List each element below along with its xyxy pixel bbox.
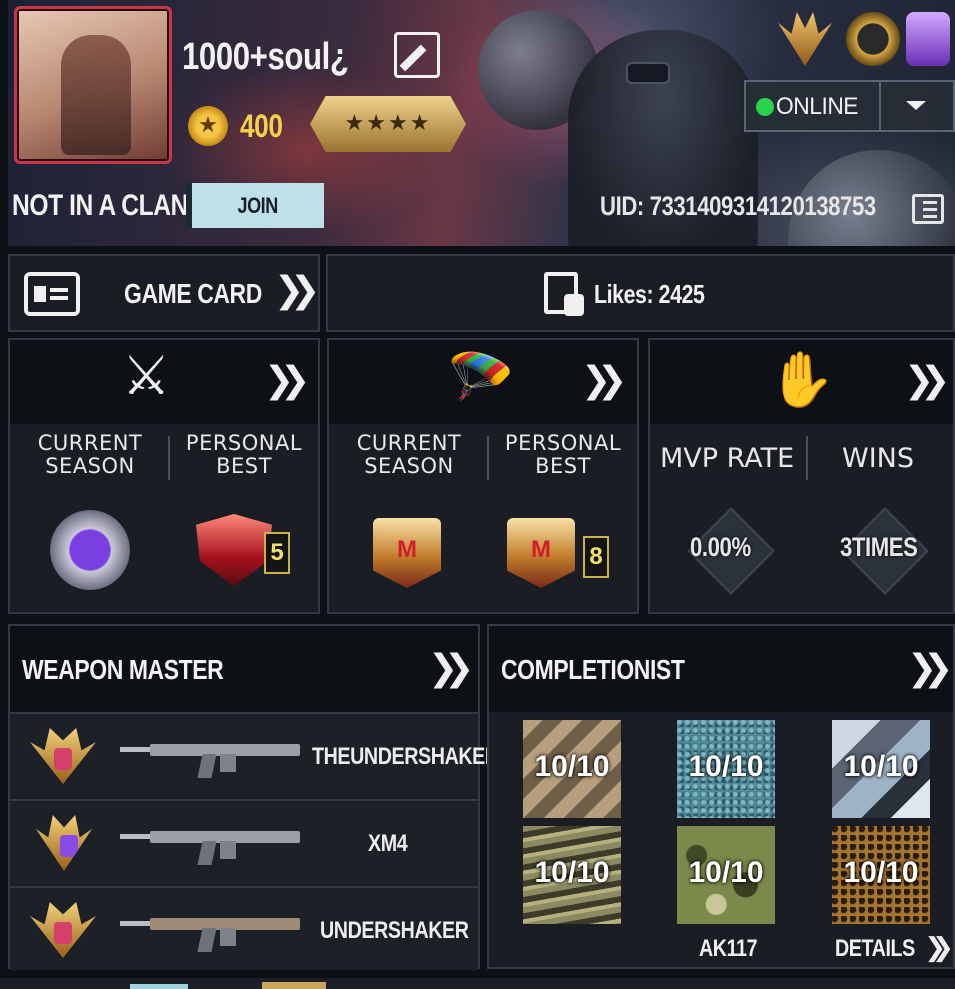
parachute-icon: 🪂 (447, 346, 515, 409)
id-card-icon (24, 272, 80, 316)
weapon-name: UNDERSHAKER (320, 917, 469, 944)
tier-number: 8 (583, 536, 609, 578)
weapon-name: XM4 (368, 830, 408, 857)
tier-number: 5 (264, 532, 290, 574)
completionist-panel[interactable]: COMPLETIONIST ❯❯ 10/10 10/10 10/10 10/10… (487, 624, 955, 969)
camo-progress: 10/10 (843, 856, 919, 889)
battle-royale-rank-card[interactable]: 🪂 ❯❯ CURRENT SEASON PERSONAL BEST 8 (327, 338, 639, 614)
personal-best-label: PERSONAL BEST (185, 431, 303, 478)
weapon-name: AK117 (699, 935, 758, 962)
chevron-right-icon[interactable]: ❯❯ (581, 360, 627, 401)
gold-emblem-icon[interactable] (846, 12, 900, 66)
camo-progress: 10/10 (534, 750, 610, 783)
next-section-preview (0, 978, 955, 989)
coin-balance: 400 (240, 108, 283, 144)
edit-name-icon[interactable] (394, 32, 440, 78)
camo-progress: 10/10 (534, 856, 610, 889)
camo-progress: 10/10 (688, 750, 764, 783)
chevron-right-icon[interactable]: ❯❯ (907, 648, 953, 689)
personal-best-rank-icon (196, 514, 272, 586)
rank-stars-badge: ★★★★ (310, 96, 466, 152)
game-card-label: GAME CARD (124, 278, 262, 309)
weapon-row[interactable]: UNDERSHAKER (10, 886, 478, 970)
current-season-rank-icon (373, 518, 441, 588)
weapon-row[interactable]: THEUNDERSHAKER (10, 712, 499, 796)
divider (168, 436, 170, 480)
multiplayer-rank-card[interactable]: ⚔ ❯❯ CURRENT SEASON PERSONAL BEST 5 (8, 338, 320, 614)
current-season-label: CURRENT SEASON (356, 431, 462, 478)
divider (879, 82, 881, 130)
likes-count: Likes: 2425 (594, 279, 705, 309)
chevron-right-icon[interactable]: ❯❯ (428, 648, 474, 689)
camo-tile[interactable]: 10/10 (677, 826, 775, 924)
weapon-master-title: WEAPON MASTER (22, 654, 224, 685)
camo-tile[interactable]: 10/10 (523, 720, 621, 818)
wins-value: 3TIMES (840, 532, 918, 562)
online-dot-icon (756, 98, 774, 116)
chevron-right-icon: ❯❯ (274, 270, 320, 311)
avatar[interactable] (14, 6, 172, 164)
rifle-icon (120, 825, 300, 865)
player-name: 1000+soul¿ (182, 36, 349, 78)
mvp-rate-value: 0.00% (690, 532, 751, 562)
weapon-mastery-badge-icon (30, 728, 96, 784)
current-season-rank-icon (50, 510, 130, 590)
weapon-master-panel[interactable]: WEAPON MASTER ❯❯ THEUNDERSHAKER XM4 UNDE… (8, 624, 499, 970)
likes-icon (544, 272, 584, 316)
personal-best-label: PERSONAL BEST (504, 431, 622, 478)
completionist-title: COMPLETIONIST (501, 654, 685, 685)
personal-best-rank-icon (507, 518, 575, 588)
weapon-row[interactable]: XM4 (10, 799, 478, 883)
avatar-figure (61, 35, 131, 155)
mvp-rate-label: MVP RATE (660, 443, 795, 474)
weapon-mastery-badge-icon (36, 815, 92, 871)
online-status-select[interactable]: ONLINE (744, 80, 955, 132)
divider (806, 436, 808, 480)
camo-tile[interactable]: 10/10 (523, 826, 621, 924)
camo-tile[interactable]: 10/10 (832, 826, 930, 924)
camo-tile[interactable]: 10/10 (832, 720, 930, 818)
coin-icon: ★ (188, 106, 228, 146)
zombie-stats-card[interactable]: ✋ ❯❯ (648, 338, 955, 614)
zombie-hand-icon: ✋ (768, 348, 836, 411)
uid-label: UID: 7331409314120138753 (600, 191, 876, 221)
chevron-right-icon[interactable]: ❯❯ (264, 360, 310, 401)
weapon-mastery-badge-icon (30, 902, 96, 958)
soldier-visor (626, 62, 670, 84)
details-link[interactable]: DETAILS ❯❯ (835, 932, 954, 964)
chevron-down-icon[interactable] (906, 101, 926, 110)
current-season-label: CURRENT SEASON (37, 431, 143, 478)
chevron-right-icon: ❯❯ (924, 933, 953, 963)
camo-tile[interactable]: 10/10 (677, 720, 775, 818)
crossed-swords-icon: ⚔ (122, 344, 171, 407)
rifle-icon (120, 738, 300, 778)
join-clan-button[interactable]: JOIN (186, 183, 324, 228)
wins-label: WINS (842, 443, 914, 474)
divider (487, 436, 489, 480)
camo-progress: 10/10 (843, 750, 919, 783)
game-card-button[interactable]: GAME CARD ❯❯ (8, 254, 320, 332)
purple-badge-icon[interactable] (906, 12, 950, 66)
online-status-label: ONLINE (776, 93, 859, 120)
camo-progress: 10/10 (688, 856, 764, 889)
chevron-right-icon[interactable]: ❯❯ (904, 360, 950, 401)
copy-uid-icon[interactable] (912, 194, 944, 224)
likes-panel: Likes: 2425 (326, 254, 955, 332)
rifle-icon (120, 912, 300, 952)
